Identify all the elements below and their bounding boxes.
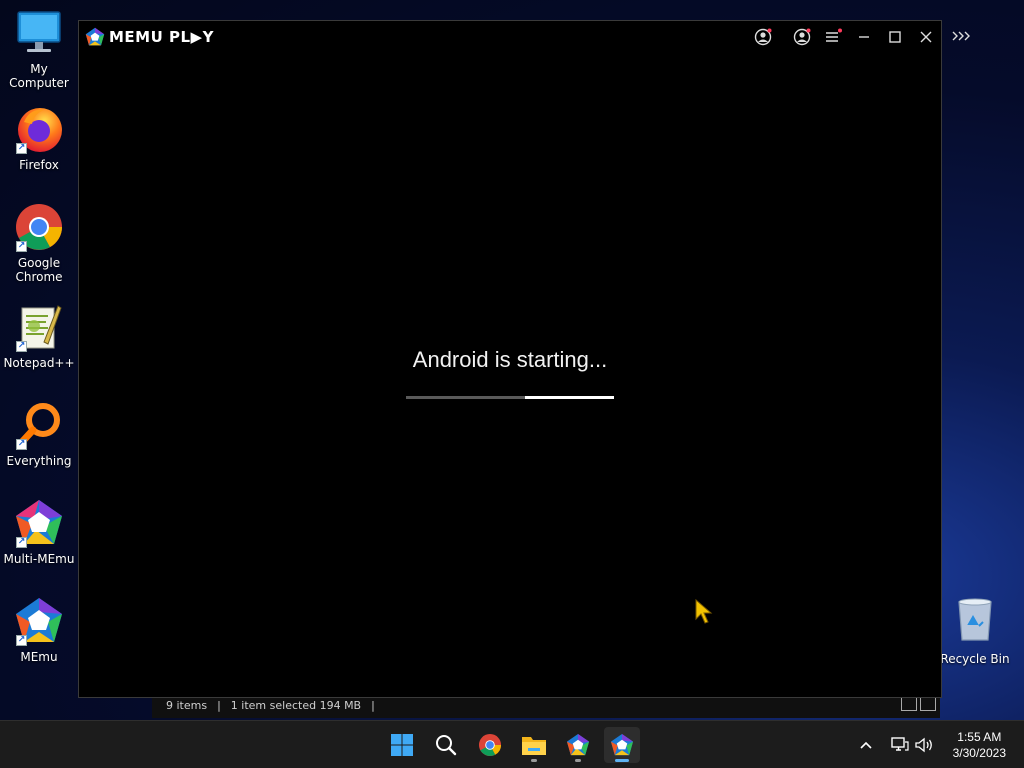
search-icon bbox=[436, 735, 457, 756]
chevron-up-icon bbox=[860, 741, 872, 749]
memu-title-bar[interactable]: MEMU PL▶Y bbox=[79, 21, 941, 53]
volume-icon bbox=[915, 737, 932, 753]
android-screen[interactable]: Android is starting... bbox=[79, 53, 941, 697]
desktop-icon-notepadpp[interactable]: ↗ Notepad++ bbox=[0, 302, 78, 370]
maximize-button[interactable] bbox=[882, 25, 908, 49]
account-button[interactable] bbox=[750, 25, 776, 49]
volume-control[interactable] bbox=[914, 721, 934, 768]
taskbar: 1:55 AM 3/30/2023 bbox=[0, 720, 1024, 768]
memu-window[interactable]: MEMU PL▶Y Android is starting... bbox=[78, 20, 942, 698]
taskbar-clock[interactable]: 1:55 AM 3/30/2023 bbox=[953, 729, 1006, 761]
maximize-icon bbox=[889, 31, 901, 43]
details-view-icon[interactable] bbox=[901, 697, 917, 711]
desktop-icon-memu[interactable]: ↗ MEmu bbox=[0, 596, 78, 664]
running-indicator bbox=[575, 759, 581, 762]
memu-logo-text: MEMU PL▶Y bbox=[109, 28, 214, 46]
menu-icon bbox=[826, 28, 842, 42]
notepadpp-icon: ↗ bbox=[14, 302, 64, 352]
desktop-icon-everything[interactable]: ↗ Everything bbox=[0, 400, 78, 468]
chevron-right-icon bbox=[952, 31, 970, 41]
tray-overflow-button[interactable] bbox=[858, 721, 874, 768]
network-icon bbox=[891, 737, 909, 751]
computer-icon bbox=[14, 8, 64, 58]
status-items-count: 9 items bbox=[166, 698, 208, 712]
memu-icon bbox=[610, 733, 634, 756]
taskbar-start-button[interactable] bbox=[384, 727, 420, 763]
desktop-icon-firefox[interactable]: ↗ Firefox bbox=[0, 104, 78, 172]
network-status[interactable] bbox=[890, 721, 910, 768]
chrome-icon bbox=[478, 733, 502, 757]
desktop-icon-label: Everything bbox=[6, 454, 72, 468]
memu-logo: MEMU PL▶Y bbox=[85, 27, 214, 47]
desktop-icon-recycle-bin[interactable]: Recycle Bin bbox=[940, 596, 1010, 666]
multi-memu-icon bbox=[566, 733, 590, 756]
desktop-icon-chrome[interactable]: ↗ Google Chrome bbox=[0, 202, 78, 284]
taskbar-memu[interactable] bbox=[604, 727, 640, 763]
taskbar-chrome[interactable] bbox=[472, 727, 508, 763]
account-icon bbox=[754, 28, 772, 46]
boot-progress-fill bbox=[524, 396, 614, 399]
desktop-icon-label: Google Chrome bbox=[15, 256, 63, 284]
multi-memu-icon: ↗ bbox=[14, 498, 64, 548]
minimize-icon bbox=[859, 36, 869, 38]
desktop-icon-label: Multi-MEmu bbox=[3, 552, 75, 566]
tiles-view-icon[interactable] bbox=[920, 697, 936, 711]
mouse-cursor-icon bbox=[695, 598, 713, 629]
close-button[interactable] bbox=[913, 25, 939, 49]
account-icon bbox=[793, 28, 811, 46]
menu-button[interactable] bbox=[820, 25, 846, 49]
chrome-icon: ↗ bbox=[14, 202, 64, 252]
desktop-icon-multi-memu[interactable]: ↗ Multi-MEmu bbox=[0, 498, 78, 566]
profile-button[interactable] bbox=[789, 25, 815, 49]
clock-time: 1:55 AM bbox=[957, 730, 1002, 744]
sidebar-expand-button[interactable] bbox=[949, 26, 973, 46]
desktop-icon-label: My Computer bbox=[9, 62, 69, 90]
desktop-icon-label: Firefox bbox=[19, 158, 59, 172]
memu-icon: ↗ bbox=[14, 596, 64, 646]
boot-message: Android is starting... bbox=[412, 347, 608, 372]
desktop-icon-label: Notepad++ bbox=[3, 356, 75, 370]
active-indicator bbox=[615, 759, 629, 762]
status-separator: | bbox=[217, 698, 221, 712]
windows-start-icon bbox=[391, 734, 413, 756]
recycle-bin-icon bbox=[955, 596, 995, 646]
desktop-icon-my-computer[interactable]: My Computer bbox=[0, 8, 78, 90]
file-explorer-icon bbox=[522, 737, 546, 755]
desktop-icon-label: Recycle Bin bbox=[940, 652, 1010, 666]
taskbar-file-explorer[interactable] bbox=[516, 727, 552, 763]
clock-date: 3/30/2023 bbox=[952, 746, 1006, 760]
taskbar-multi-memu[interactable] bbox=[560, 727, 596, 763]
close-icon bbox=[920, 31, 932, 43]
desktop-icon-label: MEmu bbox=[20, 650, 58, 664]
firefox-icon: ↗ bbox=[14, 104, 64, 154]
minimize-button[interactable] bbox=[851, 25, 877, 49]
boot-progress-bar bbox=[406, 396, 614, 399]
running-indicator bbox=[531, 759, 537, 762]
status-selection: 1 item selected 194 MB bbox=[230, 698, 362, 712]
memu-logo-icon bbox=[85, 27, 105, 46]
status-separator: | bbox=[371, 698, 375, 712]
view-toggle bbox=[901, 697, 936, 711]
taskbar-search-button[interactable] bbox=[428, 727, 464, 763]
everything-search-icon: ↗ bbox=[14, 400, 64, 450]
